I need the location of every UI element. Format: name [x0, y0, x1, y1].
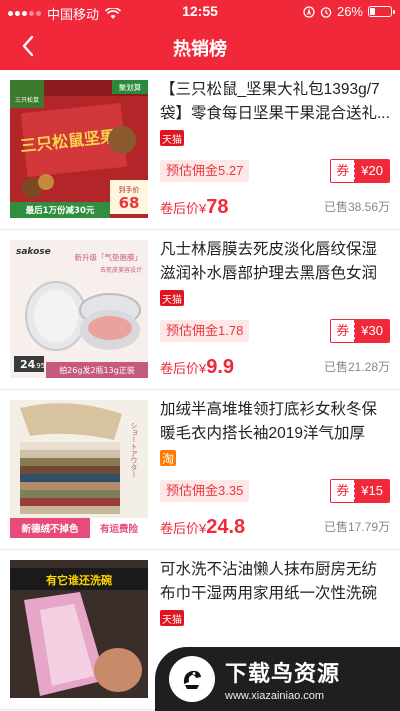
- sold-count: 已售38.56万: [323, 200, 390, 214]
- product-item[interactable]: 三只松鼠 聚划算 三只松鼠坚果礼 到手价 68 最后1万份减30元 【三只松鼠_…: [0, 70, 400, 230]
- tmall-icon: 天猫: [160, 610, 184, 626]
- product-title[interactable]: 【三只松鼠_坚果大礼包1393g/7袋】零食每日坚果干果混合送礼...: [160, 78, 390, 126]
- product-item[interactable]: ショートアウター 新德绒不掉色 有运费险 加绒半高堆堆领打底衫女秋冬保暖毛衣内搭…: [0, 390, 400, 550]
- thumb-left-tag: 新德绒不掉色: [21, 523, 79, 535]
- price-label: 卷后价¥: [160, 201, 207, 216]
- product-image[interactable]: ショートアウター 新德绒不掉色 有运费险: [10, 400, 148, 538]
- battery-percent: 26%: [336, 4, 363, 19]
- product-info: 加绒半高堆堆领打底衫女秋冬保暖毛衣内搭长袖2019洋气加厚修... 淘 预估佣金…: [160, 398, 390, 541]
- thumb-badge: 聚划算: [119, 82, 142, 92]
- price-label: 卷后价¥: [160, 521, 207, 536]
- sold-count: 已售21.28万: [323, 360, 390, 374]
- coupon-amount: ¥15: [355, 480, 389, 502]
- thumb-brand: 三只松鼠: [15, 96, 39, 104]
- coupon-tag: 券: [331, 480, 356, 502]
- price: 卷后价¥24.8: [160, 516, 245, 539]
- status-bar: 中国移动 12:55 26%: [0, 0, 400, 22]
- watermark: 下载鸟资源 www.xiazainiao.com: [155, 647, 400, 711]
- watermark-title: 下载鸟资源: [225, 661, 341, 686]
- thumb-tag: 新升级「气垫唇膜」: [75, 252, 143, 262]
- product-title[interactable]: 可水洗不沾油懒人抹布厨房无纺布巾干湿两用家用纸一次性洗碗布: [160, 558, 390, 606]
- coupon-tag: 券: [331, 160, 356, 182]
- thumb-vertical: ショートアウター: [130, 422, 138, 478]
- thumb-price-small: .95: [34, 362, 45, 370]
- product-image[interactable]: 有它谁还洗碗: [10, 560, 148, 698]
- bird-logo-icon: [169, 656, 215, 702]
- page-title: 热销榜: [173, 39, 227, 59]
- product-item[interactable]: sakose 新升级「气垫唇膜」 去死皮美容设计 24 .95 拍26g发2瓶1…: [0, 230, 400, 390]
- commission-label: 预估佣金5.27: [160, 160, 250, 182]
- product-title[interactable]: 加绒半高堆堆领打底衫女秋冬保暖毛衣内搭长袖2019洋气加厚修...: [160, 398, 390, 446]
- nav-bar: 热销榜: [0, 22, 400, 70]
- thumb-price-label: 到手价: [119, 185, 140, 194]
- price: 卷后价¥78: [160, 196, 228, 219]
- coupon-amount: ¥30: [355, 320, 389, 342]
- watermark-url: www.xiazainiao.com: [225, 690, 325, 702]
- thumb-sub: 去死皮美容设计: [100, 266, 142, 274]
- coupon-button[interactable]: 券 ¥20: [330, 159, 390, 183]
- coupon-button[interactable]: 券 ¥15: [330, 479, 390, 503]
- commission-label: 预估佣金1.78: [160, 320, 250, 342]
- price-value: 78: [206, 196, 229, 218]
- thumb-price: 68: [119, 194, 140, 212]
- coupon-tag: 券: [331, 320, 356, 342]
- price: 卷后价¥9.9: [160, 356, 234, 379]
- product-info: 【三只松鼠_坚果大礼包1393g/7袋】零食每日坚果干果混合送礼... 天猫 预…: [160, 78, 390, 221]
- commission-label: 预估佣金3.35: [160, 480, 250, 502]
- tmall-icon: 天猫: [160, 290, 184, 306]
- thumb-brand: sakose: [16, 247, 51, 257]
- taobao-icon: 淘: [160, 450, 176, 466]
- product-info: 凡士林唇膜去死皮淡化唇纹保湿滋润补水唇部护理去黑唇色女润唇膏 天猫 预估佣金1.…: [160, 238, 390, 381]
- product-image[interactable]: sakose 新升级「气垫唇膜」 去死皮美容设计 24 .95 拍26g发2瓶1…: [10, 240, 148, 378]
- thumb-right-tag: 有运费险: [100, 523, 139, 535]
- battery-icon: [368, 6, 395, 17]
- thumb-promo: 最后1万份减30元: [26, 205, 95, 216]
- sold-count: 已售17.79万: [323, 520, 390, 534]
- price-value: 9.9: [206, 356, 235, 378]
- alarm-icon: [320, 6, 332, 18]
- coupon-amount: ¥20: [355, 160, 389, 182]
- coupon-button[interactable]: 券 ¥30: [330, 319, 390, 343]
- product-list: 三只松鼠 聚划算 三只松鼠坚果礼 到手价 68 最后1万份减30元 【三只松鼠_…: [0, 70, 400, 710]
- product-image[interactable]: 三只松鼠 聚划算 三只松鼠坚果礼 到手价 68 最后1万份减30元: [10, 80, 148, 218]
- location-icon: [303, 5, 315, 18]
- price-label: 卷后价¥: [160, 361, 207, 376]
- price-value: 24.8: [206, 516, 246, 538]
- thumb-bottom: 拍26g发2瓶13g正装: [59, 365, 135, 375]
- product-title[interactable]: 凡士林唇膜去死皮淡化唇纹保湿滋润补水唇部护理去黑唇色女润唇膏: [160, 238, 390, 286]
- tmall-icon: 天猫: [160, 130, 184, 146]
- thumb-banner: 有它谁还洗碗: [46, 573, 112, 587]
